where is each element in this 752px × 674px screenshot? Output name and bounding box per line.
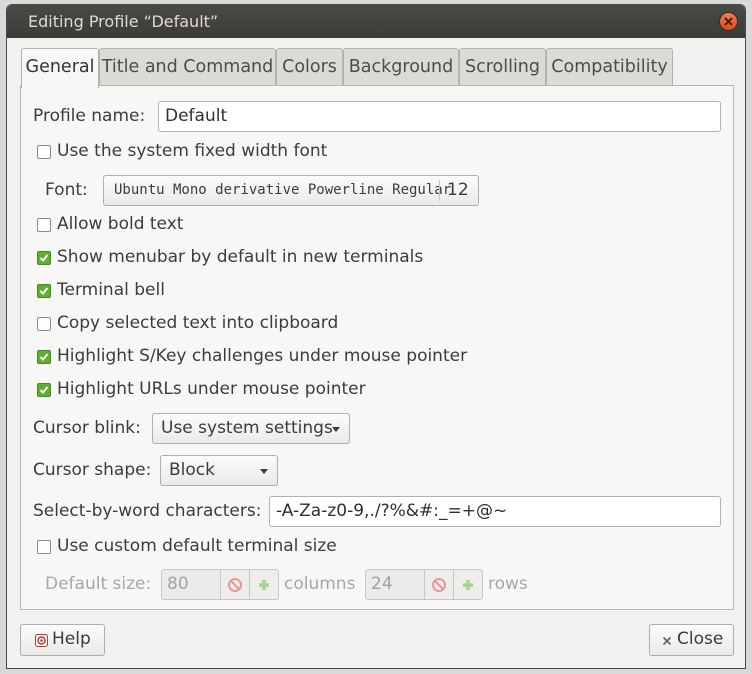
rows-label: rows bbox=[488, 574, 528, 594]
font-separator bbox=[439, 180, 440, 201]
chevron-down-icon bbox=[332, 427, 340, 432]
remove-icon bbox=[432, 578, 446, 592]
help-icon bbox=[35, 634, 48, 647]
tab-background[interactable]: Background bbox=[343, 48, 459, 86]
profile-name-label: Profile name: bbox=[33, 106, 146, 126]
add-icon bbox=[463, 580, 473, 590]
profile-dialog: Editing Profile “Default” General Title … bbox=[6, 4, 746, 669]
show-menubar-label: Show menubar by default in new terminals bbox=[57, 247, 424, 267]
cursor-shape-value: Block bbox=[169, 460, 215, 480]
window-close-button[interactable] bbox=[720, 13, 737, 30]
rows-input[interactable]: 24 bbox=[365, 569, 425, 600]
system-font-label: Use the system fixed width font bbox=[57, 141, 328, 161]
terminal-bell-label: Terminal bell bbox=[57, 280, 165, 300]
custom-size-label: Use custom default terminal size bbox=[57, 536, 337, 556]
select-word-input[interactable]: -A-Za-z0-9,./?%&#:_=+@~ bbox=[269, 496, 721, 527]
tab-colors[interactable]: Colors bbox=[276, 48, 343, 86]
font-name: Ubuntu Mono derivative Powerline Regular bbox=[114, 182, 452, 198]
columns-decrement-button[interactable] bbox=[221, 569, 250, 600]
help-label: Help bbox=[52, 629, 91, 649]
tab-title-and-command[interactable]: Title and Command bbox=[99, 48, 276, 86]
font-size: 12 bbox=[447, 180, 469, 200]
close-label: Close bbox=[677, 629, 724, 649]
highlight-urls-checkbox[interactable] bbox=[37, 383, 51, 397]
tab-general[interactable]: General bbox=[21, 48, 99, 88]
titlebar[interactable]: Editing Profile “Default” bbox=[7, 5, 745, 38]
tab-scrolling[interactable]: Scrolling bbox=[459, 48, 546, 86]
cursor-shape-label: Cursor shape: bbox=[33, 460, 152, 480]
default-size-label: Default size: bbox=[45, 574, 152, 594]
window-title: Editing Profile “Default” bbox=[28, 12, 219, 31]
checkmark-icon bbox=[39, 254, 49, 262]
custom-size-checkbox[interactable] bbox=[37, 540, 51, 554]
close-button[interactable]: Close bbox=[649, 624, 734, 656]
tab-compatibility[interactable]: Compatibility bbox=[546, 48, 673, 86]
columns-increment-button[interactable] bbox=[250, 569, 279, 600]
show-menubar-checkbox[interactable] bbox=[37, 251, 51, 265]
profile-name-input[interactable]: Default bbox=[158, 101, 721, 132]
terminal-bell-checkbox[interactable] bbox=[37, 284, 51, 298]
highlight-skey-label: Highlight S/Key challenges under mouse p… bbox=[57, 346, 468, 366]
close-icon bbox=[724, 17, 733, 26]
checkmark-icon bbox=[39, 386, 49, 394]
add-icon bbox=[259, 580, 269, 590]
highlight-urls-label: Highlight URLs under mouse pointer bbox=[57, 379, 366, 399]
font-label: Font: bbox=[45, 180, 88, 200]
help-button[interactable]: Help bbox=[20, 624, 105, 656]
cursor-blink-value: Use system settings bbox=[161, 418, 333, 438]
cursor-shape-dropdown[interactable]: Block bbox=[160, 455, 278, 486]
cursor-blink-dropdown[interactable]: Use system settings bbox=[152, 413, 350, 444]
allow-bold-checkbox[interactable] bbox=[37, 218, 51, 232]
rows-decrement-button[interactable] bbox=[425, 569, 454, 600]
columns-input[interactable]: 80 bbox=[161, 569, 221, 600]
select-word-label: Select-by-word characters: bbox=[33, 501, 262, 521]
allow-bold-label: Allow bold text bbox=[57, 214, 184, 234]
cursor-blink-label: Cursor blink: bbox=[33, 418, 141, 438]
rows-increment-button[interactable] bbox=[454, 569, 483, 600]
chevron-down-icon bbox=[260, 469, 268, 474]
highlight-skey-checkbox[interactable] bbox=[37, 350, 51, 364]
checkmark-icon bbox=[39, 353, 49, 361]
close-icon bbox=[662, 636, 672, 646]
font-chooser-button[interactable]: Ubuntu Mono derivative Powerline Regular… bbox=[103, 175, 479, 206]
system-font-checkbox[interactable] bbox=[37, 145, 51, 159]
columns-label: columns bbox=[284, 574, 356, 594]
copy-clipboard-label: Copy selected text into clipboard bbox=[57, 313, 339, 333]
remove-icon bbox=[228, 578, 242, 592]
general-panel: Profile name: Default Use the system fix… bbox=[20, 85, 734, 610]
checkmark-icon bbox=[39, 287, 49, 295]
copy-clipboard-checkbox[interactable] bbox=[37, 317, 51, 331]
